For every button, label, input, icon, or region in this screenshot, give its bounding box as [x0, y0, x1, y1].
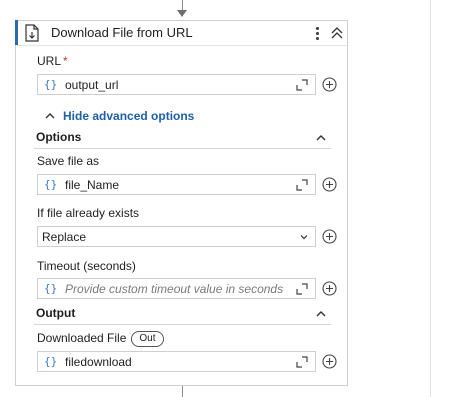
chevron-up-icon[interactable]	[316, 134, 326, 141]
url-field[interactable]: {} output_url	[37, 74, 316, 95]
save-file-as-label: Save file as	[37, 154, 100, 168]
card-header[interactable]: Download File from URL	[16, 21, 347, 46]
output-section-header[interactable]: Output	[34, 305, 331, 325]
save-file-as-field[interactable]: {} file_Name	[37, 174, 316, 195]
chevron-up-icon	[45, 113, 55, 119]
connector-line-bottom	[182, 386, 183, 397]
timeout-placeholder: Provide custom timeout value in seconds.	[65, 282, 283, 296]
variable-icon: {}	[44, 282, 58, 295]
downloaded-file-field[interactable]: {} filedownload	[37, 351, 316, 372]
variable-icon: {}	[44, 78, 58, 91]
plus-circle-icon[interactable]	[322, 177, 337, 192]
collapse-double-chevron-icon[interactable]	[330, 25, 344, 41]
url-label: URL *	[37, 54, 68, 68]
save-file-as-value: file_Name	[65, 178, 120, 192]
card-title: Download File from URL	[51, 25, 193, 40]
expand-icon[interactable]	[296, 179, 308, 191]
chevron-up-icon[interactable]	[316, 310, 326, 317]
plus-circle-icon[interactable]	[322, 354, 337, 369]
plus-circle-icon[interactable]	[322, 281, 337, 296]
variable-icon: {}	[44, 355, 58, 368]
plus-circle-icon[interactable]	[322, 229, 337, 244]
chevron-down-icon	[300, 235, 308, 240]
out-badge: Out	[131, 331, 164, 347]
kebab-menu-icon[interactable]	[311, 24, 323, 42]
if-file-exists-select[interactable]: Replace	[37, 226, 316, 247]
if-file-exists-value: Replace	[42, 230, 87, 244]
hide-advanced-options-label: Hide advanced options	[63, 109, 195, 123]
downloaded-file-label: Downloaded File Out	[37, 331, 164, 347]
timeout-field[interactable]: {} Provide custom timeout value in secon…	[37, 278, 316, 299]
downloaded-file-value: filedownload	[65, 355, 132, 369]
file-download-icon	[25, 24, 39, 42]
variable-icon: {}	[44, 178, 58, 191]
plus-circle-icon[interactable]	[322, 77, 337, 92]
output-section-title: Output	[36, 306, 76, 320]
expand-icon[interactable]	[296, 283, 308, 295]
connector-arrow-icon	[177, 10, 187, 17]
options-section-title: Options	[36, 130, 82, 144]
options-section-header[interactable]: Options	[34, 129, 331, 149]
required-marker: *	[63, 54, 68, 68]
if-file-exists-label: If file already exists	[37, 206, 140, 220]
activity-card[interactable]: Download File from URL URL * {} output_ur…	[15, 20, 348, 386]
expand-icon[interactable]	[296, 79, 308, 91]
timeout-label: Timeout (seconds)	[37, 259, 136, 273]
panel-divider	[430, 0, 431, 397]
url-value: output_url	[65, 78, 119, 92]
expand-icon[interactable]	[296, 356, 308, 368]
